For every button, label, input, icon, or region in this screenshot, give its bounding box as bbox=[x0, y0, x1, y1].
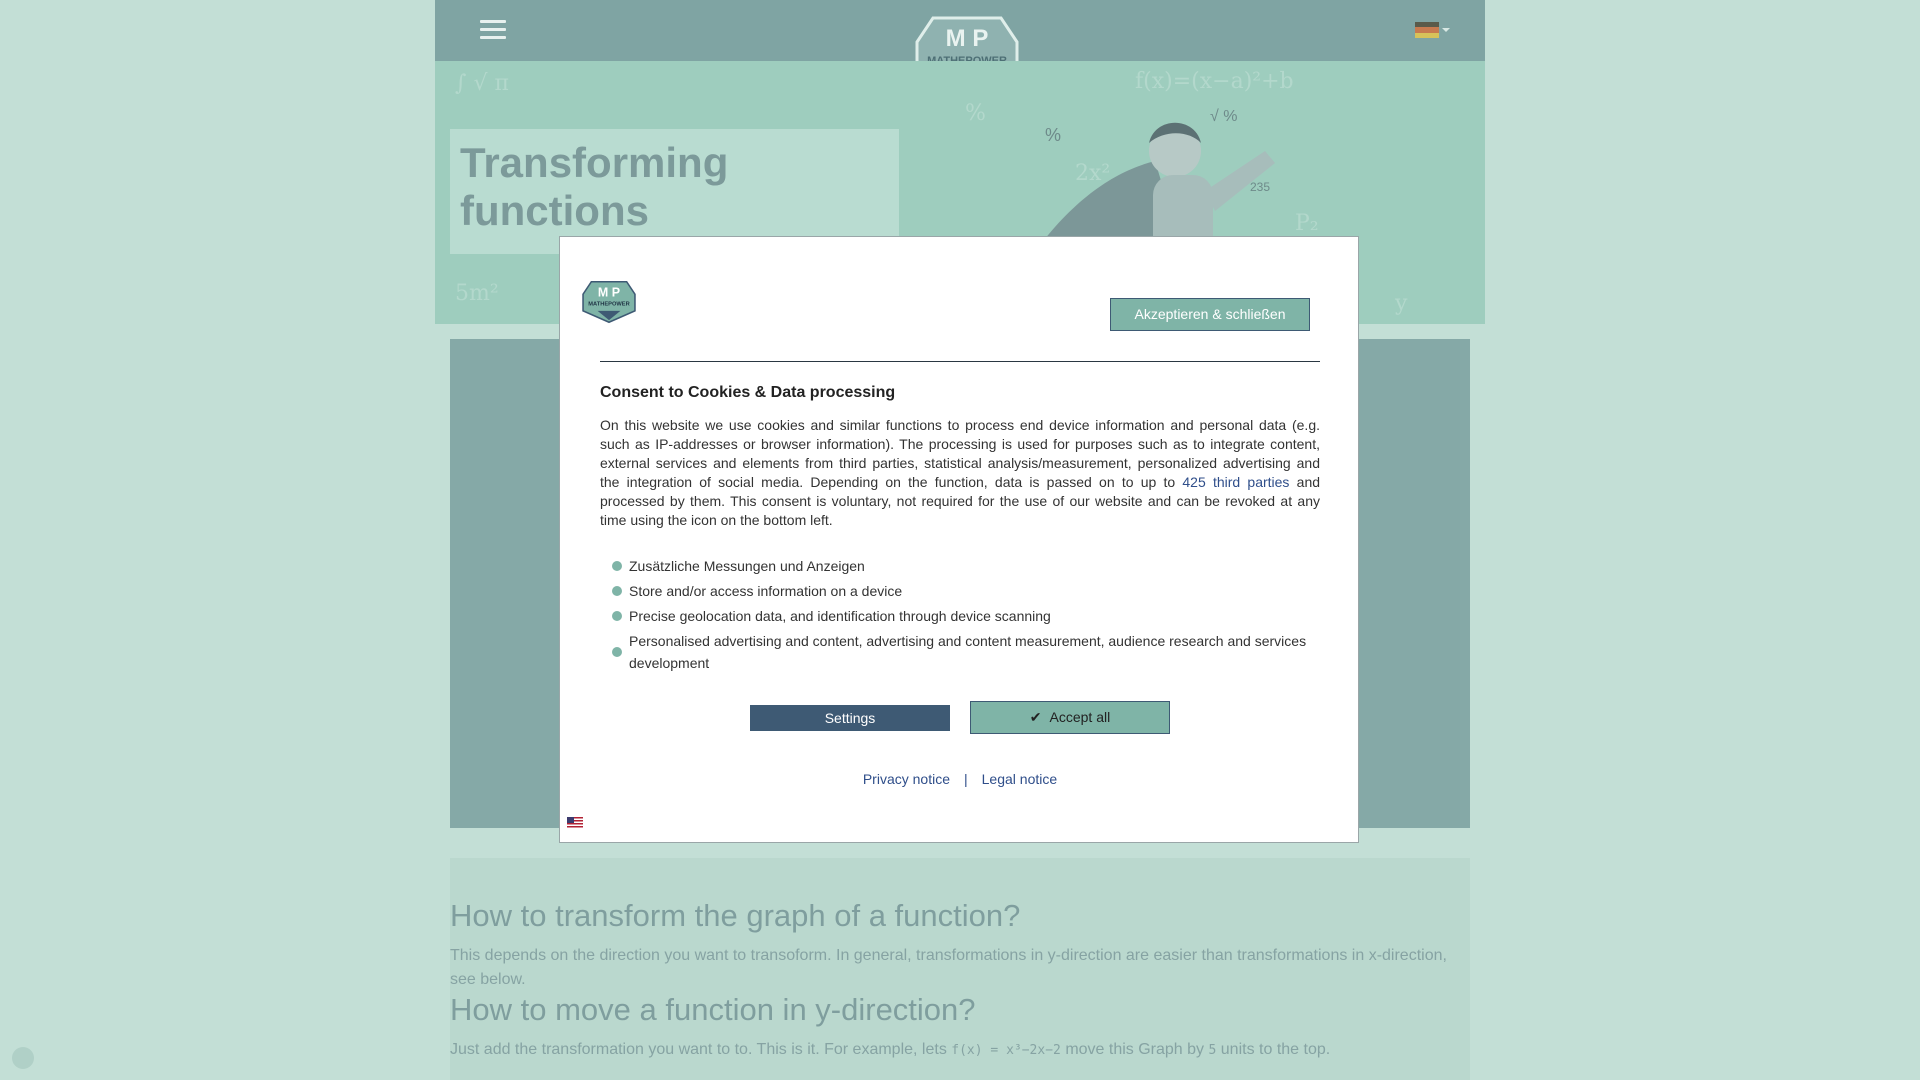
chevron-down-icon bbox=[1442, 28, 1450, 32]
bullet-dot-icon bbox=[612, 586, 622, 596]
top-navbar: M P MATHEPOWER bbox=[435, 0, 1485, 98]
bullet-dot-icon bbox=[612, 561, 622, 571]
paragraph-text: Just add the transformation you want to … bbox=[450, 1041, 947, 1058]
language-selector[interactable] bbox=[1415, 22, 1450, 38]
purpose-label: Zusätzliche Messungen und Anzeigen bbox=[629, 558, 865, 574]
privacy-notice-link[interactable]: Privacy notice bbox=[863, 771, 950, 787]
purpose-list: Zusätzliche Messungen und Anzeigen Store… bbox=[600, 555, 1320, 677]
consent-description: On this website we use cookies and simil… bbox=[600, 416, 1320, 530]
paragraph-text: move this Graph by bbox=[1065, 1041, 1205, 1058]
section-paragraph: This depends on the direction you want t… bbox=[450, 947, 1447, 988]
consent-title: Consent to Cookies & Data processing bbox=[600, 384, 896, 401]
hamburger-menu-icon[interactable] bbox=[480, 20, 506, 40]
purpose-item: Zusätzliche Messungen und Anzeigen bbox=[600, 555, 1320, 577]
divider bbox=[600, 361, 1320, 362]
link-separator: | bbox=[964, 771, 968, 787]
math-number: 5 bbox=[1208, 1043, 1217, 1058]
paragraph-text: units to the top. bbox=[1220, 1041, 1331, 1058]
page-title: Transforming functions bbox=[460, 139, 729, 234]
settings-button[interactable]: Settings bbox=[750, 705, 950, 731]
cookie-consent-dialog: M P MATHEPOWER Akzeptieren & schließen C… bbox=[559, 236, 1359, 843]
main-content: How to transform the graph of a function… bbox=[450, 858, 1470, 1080]
purpose-item: Precise geolocation data, and identifica… bbox=[600, 605, 1320, 627]
checkmark-icon: ✔ bbox=[1029, 709, 1042, 725]
svg-text:235: 235 bbox=[1250, 180, 1270, 194]
accept-all-button[interactable]: ✔ Accept all bbox=[970, 701, 1170, 734]
flag-de-icon bbox=[1415, 22, 1439, 38]
section-heading: How to move a function in y-direction? bbox=[450, 992, 976, 1027]
mathepower-logo: M P MATHEPOWER bbox=[582, 280, 636, 324]
purpose-label: Precise geolocation data, and identifica… bbox=[629, 608, 1051, 624]
math-formula: f(x) = x³−2x−2 bbox=[951, 1043, 1061, 1058]
svg-text:M P: M P bbox=[598, 285, 620, 299]
svg-text:√ %: √ % bbox=[1210, 108, 1237, 125]
legal-notice-link[interactable]: Legal notice bbox=[982, 771, 1058, 787]
accept-and-close-button[interactable]: Akzeptieren & schließen bbox=[1110, 298, 1310, 331]
purpose-label: Personalised advertising and content, ad… bbox=[629, 633, 1307, 671]
purpose-item: Store and/or access information on a dev… bbox=[600, 580, 1320, 602]
purpose-item: Personalised advertising and content, ad… bbox=[600, 630, 1320, 674]
svg-text:MATHEPOWER: MATHEPOWER bbox=[588, 302, 629, 308]
section-heading: How to transform the graph of a function… bbox=[450, 898, 1021, 933]
footer-links: Privacy notice | Legal notice bbox=[560, 771, 1360, 787]
third-parties-link[interactable]: 425 third parties bbox=[1182, 474, 1289, 490]
section-paragraph: Just add the transformation you want to … bbox=[450, 1038, 1460, 1063]
svg-text:M P: M P bbox=[946, 25, 989, 52]
svg-text:%: % bbox=[1045, 125, 1061, 145]
flag-us-icon[interactable] bbox=[567, 817, 583, 828]
fingerprint-icon[interactable] bbox=[12, 1047, 34, 1069]
bullet-dot-icon bbox=[612, 611, 622, 621]
accept-all-label: Accept all bbox=[1049, 709, 1111, 725]
purpose-label: Store and/or access information on a dev… bbox=[629, 583, 903, 599]
bullet-dot-icon bbox=[612, 647, 622, 657]
